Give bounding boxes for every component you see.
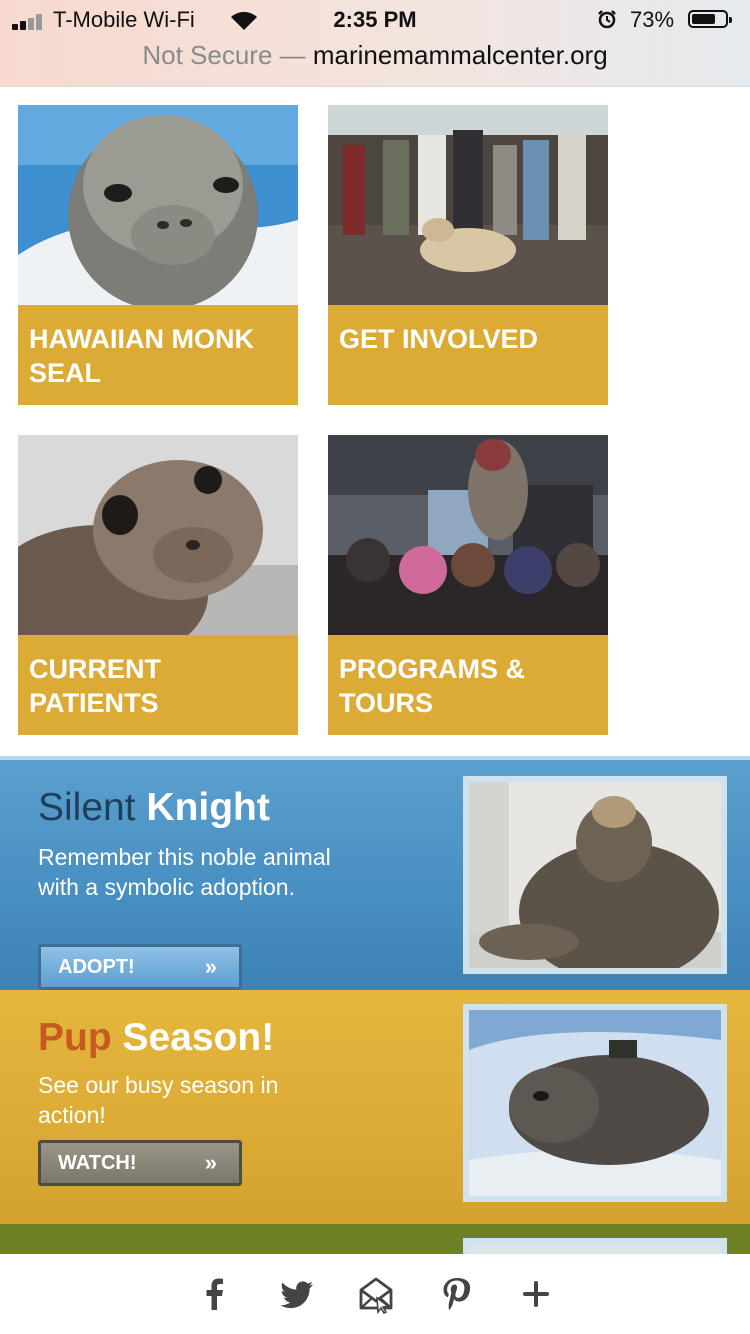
tile-label: GET INVOLVED — [328, 305, 608, 405]
promo-pup-season: Pup Season! See our busy season in actio… — [0, 990, 750, 1224]
elephant-seal-photo[interactable] — [463, 1004, 727, 1202]
tile-label: CURRENT PATIENTS — [18, 635, 298, 735]
chevron-right-icon: » — [204, 954, 217, 979]
adopt-button[interactable]: ADOPT! » — [38, 944, 242, 990]
tile-label: PROGRAMS & TOURS — [328, 635, 608, 735]
battery-fill — [692, 14, 715, 24]
status-bar: T-Mobile Wi-Fi 2:35 PM 73% — [0, 0, 750, 40]
monk-seal-photo — [18, 105, 298, 305]
programs-tours-photo — [328, 435, 608, 635]
promo-adopt: Silent Knight Remember this noble animal… — [0, 756, 750, 990]
chevron-right-icon: » — [204, 1150, 217, 1175]
security-label: Not Secure — [142, 40, 273, 70]
title-part-2: Season! — [122, 1016, 275, 1059]
email-icon[interactable] — [356, 1274, 396, 1314]
facebook-icon[interactable] — [194, 1274, 234, 1314]
tile-label: HAWAIIAN MONK SEAL — [18, 305, 298, 405]
url-separator: — — [272, 40, 313, 70]
battery-icon — [688, 10, 732, 28]
battery-percent: 73% — [630, 7, 675, 32]
share-bar — [0, 1254, 750, 1334]
get-involved-photo — [328, 105, 608, 305]
promo-pup-title: Pup Season! — [38, 1016, 274, 1060]
watch-button-label: WATCH! — [58, 1152, 137, 1174]
plus-icon[interactable] — [516, 1274, 556, 1314]
tile-programs-tours[interactable]: PROGRAMS & TOURS — [328, 435, 608, 735]
address-bar[interactable]: Not Secure — marinemammalcenter.org — [0, 40, 750, 71]
pinterest-icon[interactable] — [436, 1274, 476, 1314]
adopt-button-label: ADOPT! — [58, 956, 135, 978]
title-part-2: Knight — [146, 786, 270, 829]
browser-top-bar: T-Mobile Wi-Fi 2:35 PM 73% Not Secure — … — [0, 0, 750, 87]
watch-button[interactable]: WATCH! » — [38, 1140, 242, 1186]
promo-pup-text: See our busy season in action! — [38, 1072, 279, 1128]
tile-get-involved[interactable]: GET INVOLVED — [328, 105, 608, 405]
title-part-1: Silent — [38, 786, 136, 829]
tile-hawaiian-monk-seal[interactable]: HAWAIIAN MONK SEAL — [18, 105, 298, 405]
sea-lion-photo[interactable] — [463, 776, 727, 974]
alarm-icon — [598, 10, 616, 29]
current-patients-photo — [18, 435, 298, 635]
twitter-icon[interactable] — [277, 1274, 317, 1314]
url-domain: marinemammalcenter.org — [312, 40, 608, 70]
tile-current-patients[interactable]: CURRENT PATIENTS — [18, 435, 298, 735]
promo-adopt-title: Silent Knight — [38, 786, 270, 830]
promo-adopt-text: Remember this noble animal with a symbol… — [38, 844, 331, 900]
title-part-1: Pup — [38, 1016, 112, 1059]
